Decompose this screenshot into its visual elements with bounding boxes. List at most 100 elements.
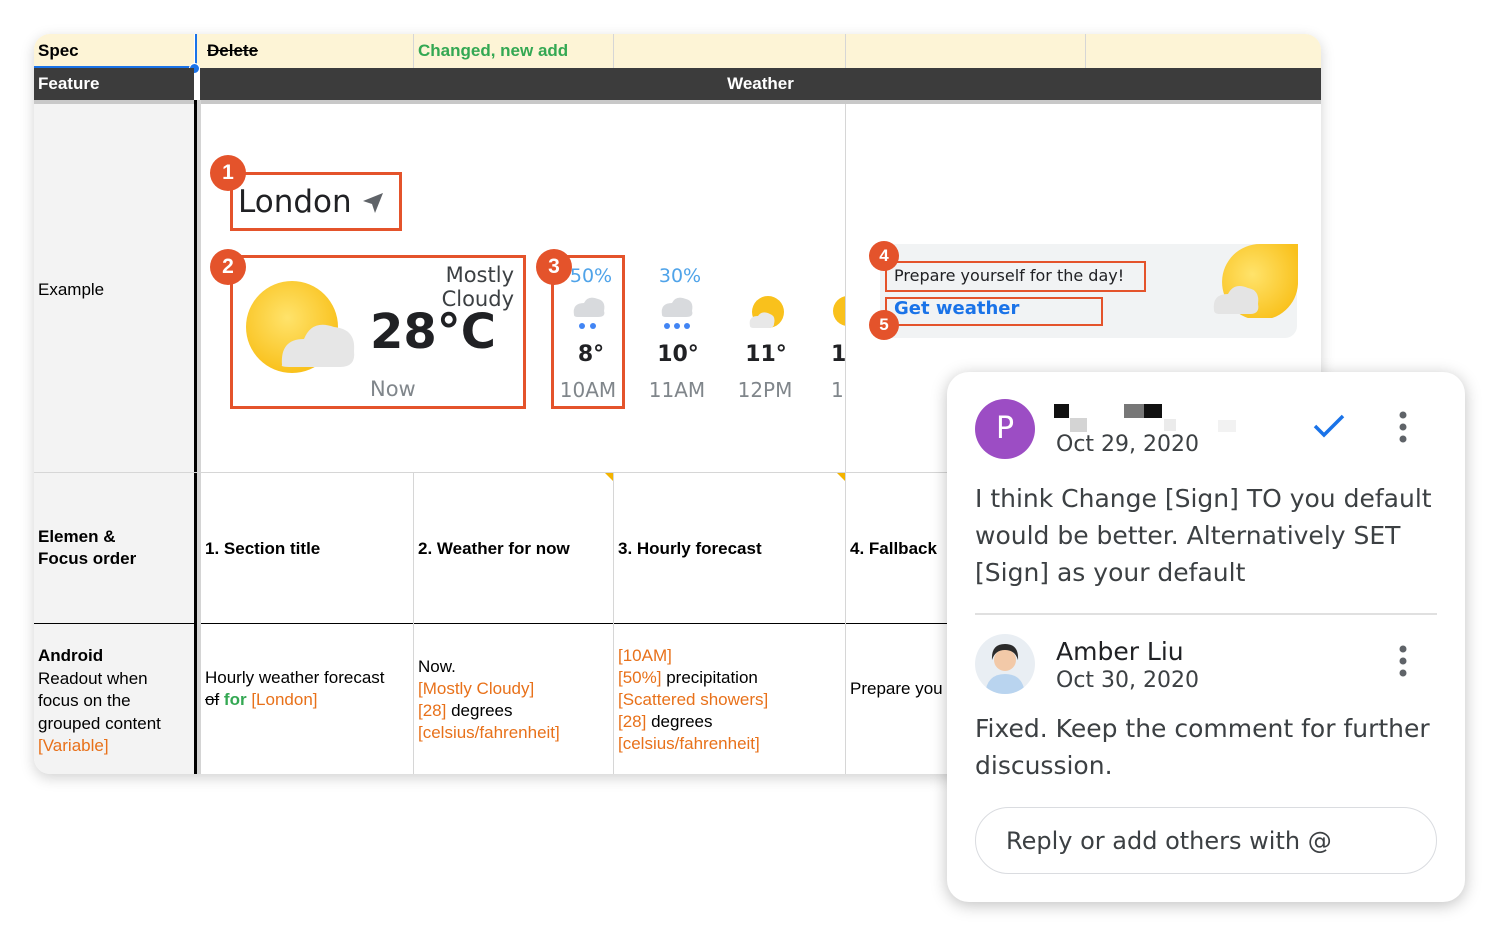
badge-4: 4 (869, 241, 899, 271)
col-line-top-c (845, 34, 846, 68)
redacted-name-block (1070, 418, 1087, 432)
feature-label-cell[interactable]: Feature (34, 68, 194, 100)
readout-section-title[interactable]: Hourly weather forecast of for [London] (205, 667, 385, 711)
variable-token: [London] (251, 690, 318, 709)
readout-text: precipitation (661, 668, 758, 687)
navigation-arrow-icon (363, 193, 383, 213)
comment-marker-1[interactable] (605, 473, 613, 481)
order-label-line1: Elemen & (38, 527, 116, 546)
delete-legend: Delete (207, 41, 259, 60)
hourly-precip: 30% (658, 265, 702, 287)
now-temperature: 28°C (370, 304, 497, 360)
android-label-variable: [Variable] (38, 736, 109, 755)
badge-5: 5 (869, 310, 899, 340)
feature-title-cell[interactable]: Weather (200, 68, 1321, 100)
badge-1: 1 (210, 155, 246, 191)
comment-body: I think Change [Sign] TO you default wou… (975, 484, 1432, 587)
readout-line: Now. (418, 657, 456, 676)
fallback-prompt: Prepare yourself for the day! (894, 266, 1125, 285)
order-cell-fallback[interactable]: 4. Fallback (850, 538, 937, 560)
spec-empty-cell-3[interactable] (1085, 34, 1321, 68)
col-line-a (413, 472, 414, 774)
hourly-time: 10AM (559, 378, 617, 402)
hourly-temp: 8° (577, 342, 605, 367)
readout-hourly-forecast[interactable]: [10AM] [50%] precipitation [Scattered sh… (618, 645, 768, 755)
reply-date: Oct 30, 2020 (1056, 668, 1199, 693)
hourly-temp: 1( (831, 342, 845, 367)
badge-3: 3 (536, 249, 572, 285)
heavy-showers-icon (661, 297, 693, 329)
variable-token: [28] (618, 712, 647, 731)
partly-cloudy-icon (246, 281, 355, 373)
redacted-name-block (1164, 419, 1176, 431)
frozen-divider-shadow (197, 100, 201, 774)
spec-empty-cell-1[interactable] (613, 34, 845, 68)
order-cell-weather-now[interactable]: 2. Weather for now (418, 538, 570, 560)
android-label-title: Android (38, 646, 104, 665)
redacted-name-block (1054, 404, 1069, 418)
feature-title: Weather (727, 74, 794, 93)
reply-body: Fixed. Keep the comment for further disc… (975, 714, 1430, 780)
readout-fallback[interactable]: Prepare you (850, 678, 943, 700)
comment-date: Oct 29, 2020 (1056, 432, 1199, 457)
more-options-icon[interactable] (1395, 410, 1411, 444)
order-cell-hourly-forecast[interactable]: 3. Hourly forecast (618, 538, 762, 560)
user-photo-avatar[interactable] (975, 634, 1035, 694)
variable-token: [50%] (618, 668, 662, 687)
variable-token: [celsius/fahrenheit] (618, 734, 760, 753)
redacted-name-block (1124, 404, 1144, 418)
comment-divider (975, 613, 1437, 615)
header-underline (34, 100, 1321, 104)
reply-input[interactable]: Reply or add others with @ (975, 807, 1437, 874)
deleted-word: of (205, 690, 220, 709)
redacted-name-block (1218, 420, 1236, 432)
android-label: Android Readout when focus on the groupe… (38, 645, 161, 758)
readout-line: Hourly weather forecast (205, 668, 385, 687)
resolve-check-icon[interactable] (1312, 412, 1346, 440)
spec-delete-cell[interactable]: Delete (195, 34, 413, 68)
avatar-letter: P (995, 411, 1015, 446)
variable-token: [Scattered showers] (618, 690, 769, 709)
more-options-icon[interactable] (1395, 644, 1411, 678)
variable-token: [28] (418, 701, 447, 720)
variable-token: [Mostly Cloudy] (418, 679, 535, 698)
feature-label: Feature (38, 74, 100, 93)
variable-token: [celsius/fahrenheit] (418, 723, 560, 742)
order-label: Elemen & Focus order (38, 526, 136, 570)
hourly-time: 1F (831, 378, 845, 402)
now-time: Now (370, 377, 416, 401)
android-label-line: grouped content (38, 713, 161, 733)
comment-marker-2[interactable] (837, 473, 845, 481)
variable-token: [10AM] (618, 646, 672, 665)
col-line-top-b (613, 34, 614, 68)
spec-changed-cell[interactable]: Changed, new add (413, 34, 613, 68)
readout-text: degrees (446, 701, 513, 720)
redacted-name-block (1144, 404, 1162, 418)
order-cell-section-title[interactable]: 1. Section title (205, 538, 320, 560)
partly-cloudy-card-icon (1213, 244, 1298, 318)
spec-label-cell[interactable]: Spec (34, 34, 194, 68)
hourly-temp: 11° (745, 342, 787, 367)
readout-weather-now[interactable]: Now. [Mostly Cloudy] [28] degrees [celsi… (418, 656, 560, 744)
badge-2: 2 (210, 249, 246, 285)
col-line-b (613, 472, 614, 774)
changed-legend: Changed, new add (418, 41, 569, 60)
hourly-time: 12PM (737, 378, 793, 402)
spec-label: Spec (38, 41, 79, 60)
readout-line: [50%] precipitation (618, 667, 768, 689)
city-title: London (238, 184, 352, 220)
partly-sunny-icon-clipped (833, 296, 845, 328)
reply-placeholder: Reply or add others with @ (1006, 827, 1332, 855)
commenter-avatar[interactable]: P (975, 399, 1035, 459)
col-line-top-d (1085, 34, 1086, 68)
readout-text: degrees (646, 712, 713, 731)
comment-thread-card[interactable]: P Oct 29, 2020 I think Change [Sign] TO … (947, 372, 1465, 902)
showers-icon (573, 297, 605, 329)
spec-empty-cell-2[interactable] (845, 34, 1085, 68)
readout-line: of for [London] (205, 689, 385, 711)
partly-sunny-icon (749, 296, 784, 328)
col-line-top-a (413, 34, 414, 68)
hourly-time: 11AM (648, 378, 706, 402)
hourly-temp: 10° (657, 342, 699, 367)
get-weather-link[interactable]: Get weather (894, 298, 1019, 319)
